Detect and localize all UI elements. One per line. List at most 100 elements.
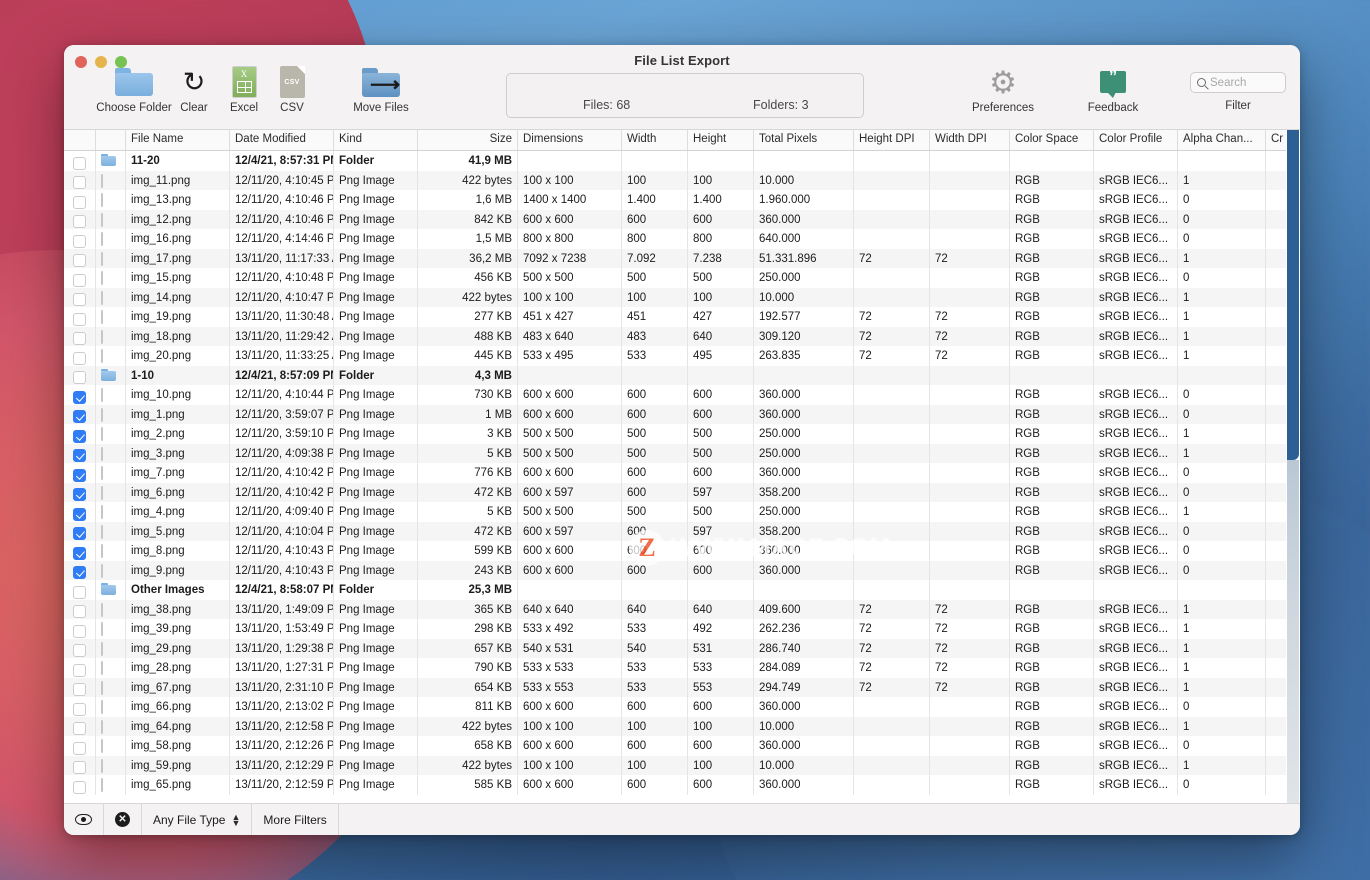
checkbox-checked[interactable]: [73, 566, 86, 580]
clear-filter-button[interactable]: ✕: [104, 804, 142, 835]
more-filters-button[interactable]: More Filters: [252, 804, 339, 835]
table-row[interactable]: img_66.png 13/11/20, 2:13:02 PM Png Image 8…: [64, 697, 1300, 717]
table-row[interactable]: img_10.png 12/11/20, 4:10:44 PM Png Image 7…: [64, 385, 1300, 405]
row-checkbox-cell[interactable]: [64, 580, 96, 600]
column-header-width[interactable]: Width: [622, 130, 688, 150]
table-row[interactable]: img_3.png 12/11/20, 4:09:38 PM Png Image 5 …: [64, 443, 1300, 463]
row-checkbox-cell[interactable]: [64, 170, 96, 190]
preview-toggle-button[interactable]: [64, 804, 104, 835]
checkbox-unchecked[interactable]: [73, 644, 86, 658]
row-checkbox-cell[interactable]: [64, 248, 96, 268]
table-row[interactable]: img_28.png 13/11/20, 1:27:31 PM Png Image 7…: [64, 658, 1300, 678]
checkbox-unchecked[interactable]: [73, 273, 86, 287]
table-row[interactable]: img_64.png 13/11/20, 2:12:58 PM Png Image 4…: [64, 716, 1300, 736]
table-row[interactable]: img_7.png 12/11/20, 4:10:42 PM Png Image 77…: [64, 463, 1300, 483]
checkbox-unchecked[interactable]: [73, 293, 86, 307]
scrollbar-thumb[interactable]: [1287, 130, 1299, 460]
checkbox-checked[interactable]: [73, 468, 86, 482]
checkbox-unchecked[interactable]: [73, 176, 86, 190]
table-row[interactable]: img_1.png 12/11/20, 3:59:07 PM Png Image 1 …: [64, 404, 1300, 424]
row-checkbox-cell[interactable]: [64, 443, 96, 463]
row-checkbox-cell[interactable]: [64, 482, 96, 502]
checkbox-unchecked[interactable]: [73, 156, 86, 170]
row-checkbox-cell[interactable]: [64, 268, 96, 288]
checkbox-checked[interactable]: [73, 410, 86, 424]
checkbox-unchecked[interactable]: [73, 663, 86, 677]
file-type-select[interactable]: Any File Type ▲ ▼: [142, 804, 253, 835]
column-header-date-modified[interactable]: Date Modified: [230, 130, 334, 150]
row-checkbox-cell[interactable]: [64, 541, 96, 561]
row-checkbox-cell[interactable]: [64, 599, 96, 619]
checkbox-unchecked[interactable]: [73, 215, 86, 229]
checkbox-checked[interactable]: [73, 488, 86, 502]
row-checkbox-cell[interactable]: [64, 326, 96, 346]
row-checkbox-cell[interactable]: [64, 638, 96, 658]
table-row[interactable]: img_6.png 12/11/20, 4:10:42 PM Png Image 47…: [64, 482, 1300, 502]
checkbox-checked[interactable]: [73, 449, 86, 463]
row-checkbox-cell[interactable]: [64, 521, 96, 541]
checkbox-checked[interactable]: [73, 429, 86, 443]
table-row[interactable]: img_8.png 12/11/20, 4:10:43 PM Png Image 59…: [64, 541, 1300, 561]
table-row[interactable]: img_38.png 13/11/20, 1:49:09 PM Png Image 3…: [64, 599, 1300, 619]
row-checkbox-cell[interactable]: [64, 229, 96, 249]
row-checkbox-cell[interactable]: [64, 346, 96, 366]
row-checkbox-cell[interactable]: [64, 287, 96, 307]
table-row-folder[interactable]: 1-10 12/4/21, 8:57:09 PM Folder 4,3 MB: [64, 365, 1300, 385]
csv-export-button[interactable]: CSV CSV: [262, 65, 322, 114]
row-checkbox-cell[interactable]: [64, 716, 96, 736]
row-checkbox-cell[interactable]: [64, 619, 96, 639]
table-row-folder[interactable]: Other Images 12/4/21, 8:58:07 PM Folder 25,…: [64, 580, 1300, 600]
table-row[interactable]: img_39.png 13/11/20, 1:53:49 PM Png Image 2…: [64, 619, 1300, 639]
row-checkbox-cell[interactable]: [64, 404, 96, 424]
checkbox-unchecked[interactable]: [73, 371, 86, 385]
checkbox-checked[interactable]: [73, 390, 86, 404]
row-checkbox-cell[interactable]: [64, 424, 96, 444]
checkbox-unchecked[interactable]: [73, 780, 86, 794]
table-row[interactable]: img_12.png 12/11/20, 4:10:46 PM Png Image 8…: [64, 209, 1300, 229]
row-checkbox-cell[interactable]: [64, 755, 96, 775]
checkbox-unchecked[interactable]: [73, 312, 86, 326]
table-row[interactable]: img_65.png 13/11/20, 2:12:59 PM Png Image 5…: [64, 775, 1300, 795]
checkbox-unchecked[interactable]: [73, 702, 86, 716]
checkbox-unchecked[interactable]: [73, 234, 86, 248]
checkbox-unchecked[interactable]: [73, 195, 86, 209]
column-header-kind[interactable]: Kind: [334, 130, 418, 150]
checkbox-unchecked[interactable]: [73, 332, 86, 346]
table-row[interactable]: img_15.png 12/11/20, 4:10:48 PM Png Image 4…: [64, 268, 1300, 288]
checkbox-unchecked[interactable]: [73, 624, 86, 638]
checkbox-unchecked[interactable]: [73, 351, 86, 365]
column-header-color-space[interactable]: Color Space: [1010, 130, 1094, 150]
scrollbar-track[interactable]: [1287, 460, 1299, 803]
row-checkbox-cell[interactable]: [64, 697, 96, 717]
table-row[interactable]: img_2.png 12/11/20, 3:59:10 PM Png Image 3 …: [64, 424, 1300, 444]
table-row[interactable]: img_9.png 12/11/20, 4:10:43 PM Png Image 24…: [64, 560, 1300, 580]
table-row[interactable]: img_19.png13/11/20, 11:30:48 AMPng Image…: [64, 307, 1300, 327]
row-checkbox-cell[interactable]: [64, 385, 96, 405]
table-row-folder[interactable]: 11-20 12/4/21, 8:57:31 PM Folder 41,9 MB: [64, 151, 1300, 171]
checkbox-unchecked[interactable]: [73, 741, 86, 755]
column-header-height-dpi[interactable]: Height DPI: [854, 130, 930, 150]
table-row[interactable]: img_17.png13/11/20, 11:17:33 AMPng Image…: [64, 248, 1300, 268]
checkbox-unchecked[interactable]: [73, 683, 86, 697]
table-row[interactable]: img_18.png13/11/20, 11:29:42 AMPng Image…: [64, 326, 1300, 346]
table-row[interactable]: img_20.png13/11/20, 11:33:25 AMPng Image…: [64, 346, 1300, 366]
column-header-alpha-chan[interactable]: Alpha Chan...: [1178, 130, 1266, 150]
feedback-button[interactable]: ” Feedback: [1068, 65, 1158, 114]
checkbox-checked[interactable]: [73, 546, 86, 560]
table-row[interactable]: img_13.png 12/11/20, 4:10:46 PM Png Image 1…: [64, 190, 1300, 210]
table-row[interactable]: img_58.png 13/11/20, 2:12:26 PM Png Image 6…: [64, 736, 1300, 756]
row-checkbox-cell[interactable]: [64, 560, 96, 580]
row-checkbox-cell[interactable]: [64, 365, 96, 385]
table-row[interactable]: img_29.png 13/11/20, 1:29:38 PM Png Image 6…: [64, 638, 1300, 658]
checkbox-unchecked[interactable]: [73, 254, 86, 268]
column-header-blank-1[interactable]: [96, 130, 126, 150]
column-header-width-dpi[interactable]: Width DPI: [930, 130, 1010, 150]
row-checkbox-cell[interactable]: [64, 307, 96, 327]
checkbox-unchecked[interactable]: [73, 761, 86, 775]
column-header-dimensions[interactable]: Dimensions: [518, 130, 622, 150]
checkbox-checked[interactable]: [73, 527, 86, 541]
table-row[interactable]: img_16.png 12/11/20, 4:14:46 PM Png Image 1…: [64, 229, 1300, 249]
checkbox-checked[interactable]: [73, 507, 86, 521]
table-row[interactable]: img_5.png 12/11/20, 4:10:04 PM Png Image 47…: [64, 521, 1300, 541]
column-header-height[interactable]: Height: [688, 130, 754, 150]
